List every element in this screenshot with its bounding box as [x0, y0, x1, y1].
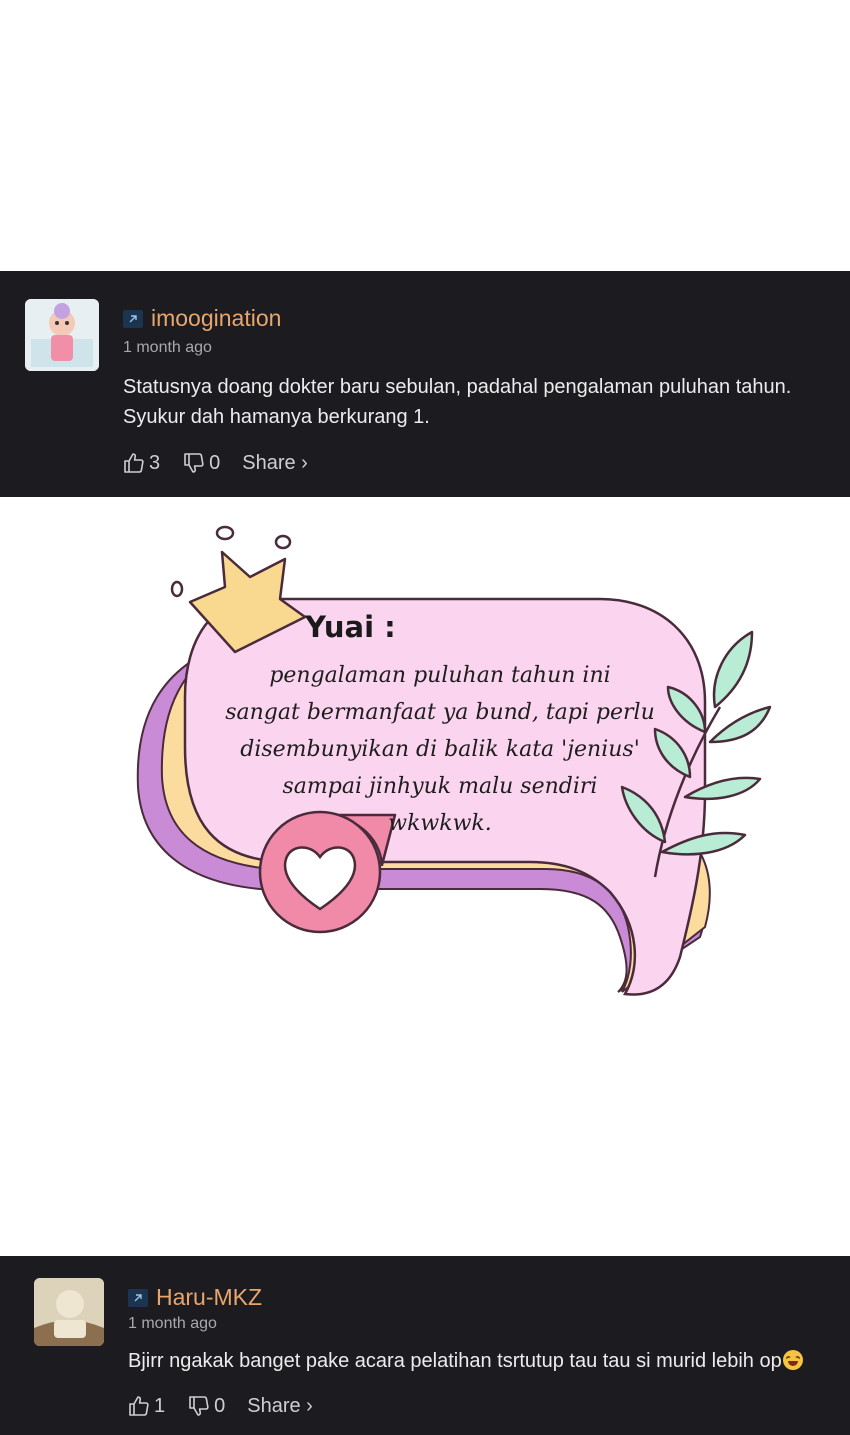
- username-link[interactable]: Haru-MKZ: [156, 1284, 262, 1311]
- comment-actions: 1 0 Share ›: [127, 1394, 313, 1418]
- comment-actions: 3 0 Share ›: [122, 451, 308, 475]
- like-button[interactable]: 1: [127, 1394, 165, 1418]
- dislike-button[interactable]: 0: [182, 451, 220, 475]
- comment-timestamp: 1 month ago: [128, 1315, 217, 1332]
- share-button[interactable]: Share ›: [242, 452, 308, 475]
- thumbs-down-icon: [189, 1396, 209, 1416]
- comment-card: imoogination 1 month ago Statusnya doang…: [0, 271, 850, 497]
- dislike-button[interactable]: 0: [187, 1394, 225, 1418]
- comment-text: Bjirr ngakak banget pake acara pelatihan…: [128, 1350, 782, 1372]
- speech-bubble-illustration: Yuai : pengalaman puluhan tahun ini sang…: [0, 497, 850, 1256]
- lightning-badge-icon: [128, 1288, 148, 1307]
- comment-header: imoogination: [123, 305, 281, 332]
- speech-bubble-graphic: [136, 525, 772, 996]
- comment-header: Haru-MKZ: [128, 1284, 262, 1311]
- share-button[interactable]: Share ›: [247, 1395, 313, 1418]
- dislike-count: 0: [209, 451, 221, 474]
- lightning-badge-icon: [123, 309, 143, 328]
- like-count: 3: [149, 451, 161, 474]
- dislike-count: 0: [214, 1394, 226, 1417]
- avatar[interactable]: [34, 1278, 104, 1346]
- bubble-speaker: Yuai :: [305, 610, 396, 644]
- like-button[interactable]: 3: [122, 451, 160, 475]
- comment-timestamp: 1 month ago: [123, 339, 212, 356]
- thumbs-down-icon: [184, 453, 204, 473]
- bubble-text: pengalaman puluhan tahun ini sangat berm…: [225, 663, 655, 836]
- comment-card: Haru-MKZ 1 month ago Bjirr ngakak banget…: [0, 1256, 850, 1435]
- comment-text: Statusnya doang dokter baru sebulan, pad…: [123, 376, 792, 428]
- thumbs-up-icon: [124, 453, 144, 473]
- avatar[interactable]: [25, 299, 99, 371]
- rolling-on-floor-laughing-emoji-icon: [782, 1350, 803, 1370]
- thumbs-up-icon: [129, 1396, 149, 1416]
- username-link[interactable]: imoogination: [151, 305, 281, 332]
- comment-text-wrapper: Bjirr ngakak banget pake acara pelatihan…: [128, 1346, 838, 1376]
- like-count: 1: [154, 1394, 166, 1417]
